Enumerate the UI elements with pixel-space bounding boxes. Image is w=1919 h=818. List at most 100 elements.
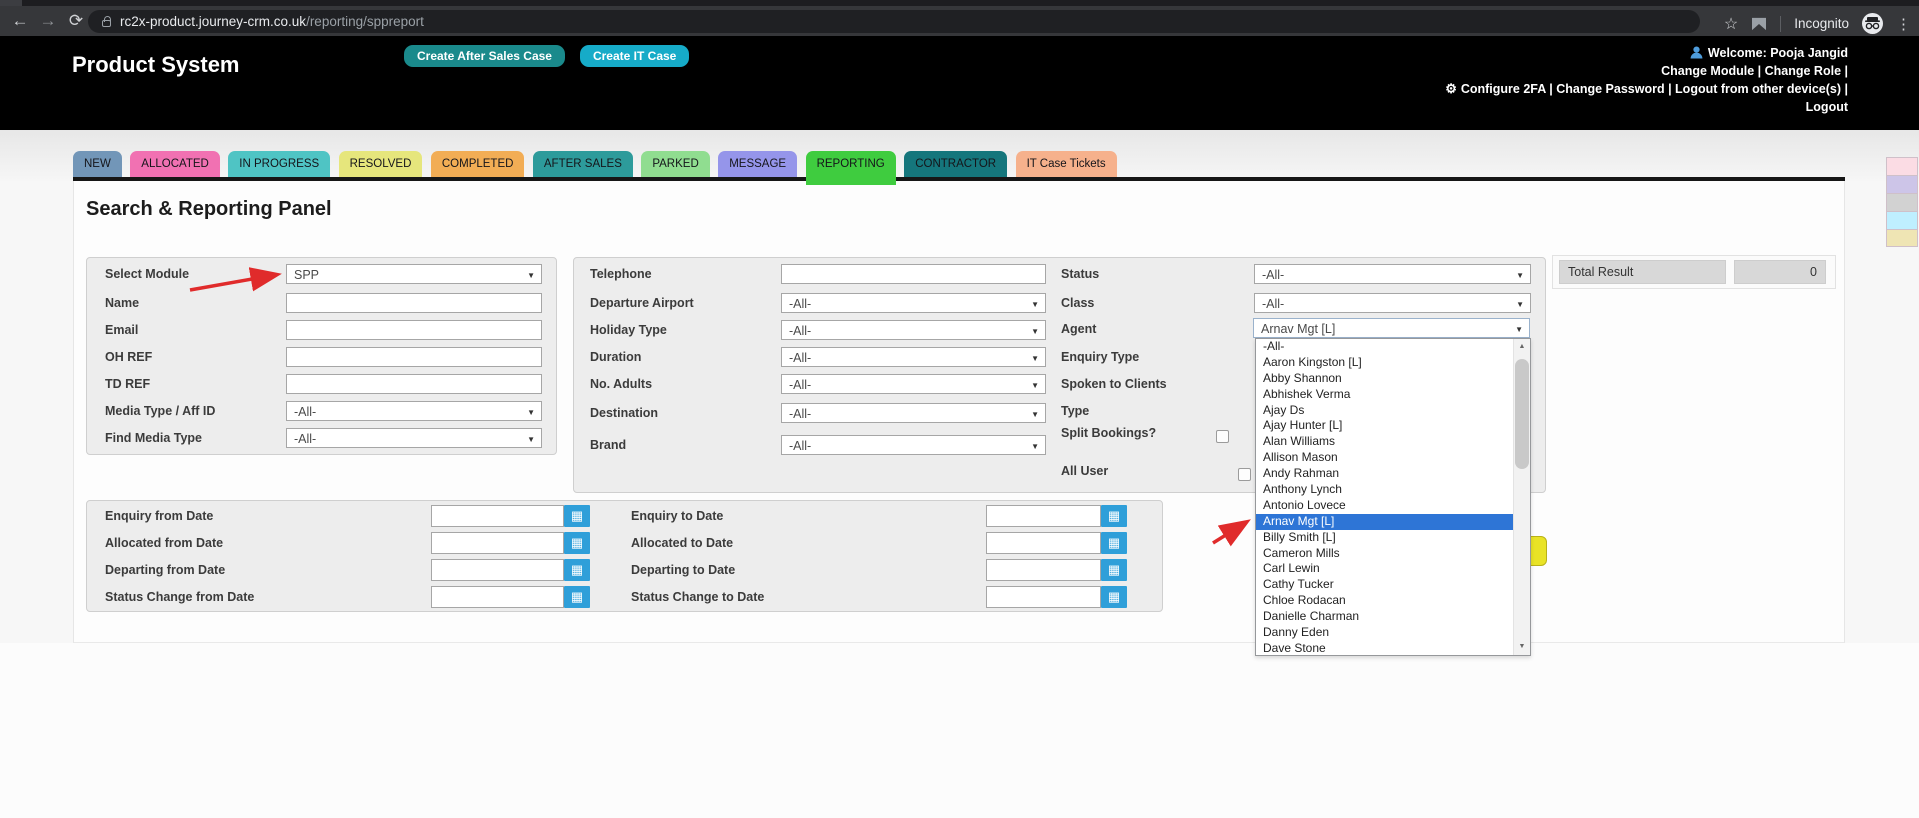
class-dropdown[interactable]: -All- ▼ bbox=[1254, 293, 1531, 313]
oh-ref-input[interactable] bbox=[286, 347, 542, 367]
address-bar[interactable]: rc2x-product.journey-crm.co.uk/reporting… bbox=[88, 10, 1700, 33]
tab-in-progress[interactable]: IN PROGRESS bbox=[228, 151, 331, 177]
agent-option[interactable]: Ajay Hunter [L] bbox=[1256, 418, 1513, 434]
incognito-icon[interactable] bbox=[1862, 13, 1883, 34]
agent-option[interactable]: Danny Eden bbox=[1256, 625, 1513, 641]
agent-option[interactable]: Anthony Lynch bbox=[1256, 482, 1513, 498]
allocated-to-date-input[interactable] bbox=[986, 532, 1101, 554]
agent-dropdown-list: -All- Aaron Kingston [L] Abby Shannon Ab… bbox=[1255, 338, 1531, 656]
chevron-down-icon: ▼ bbox=[1031, 300, 1039, 309]
create-after-sales-case-button[interactable]: Create After Sales Case bbox=[404, 45, 565, 67]
allocated-from-date-input[interactable] bbox=[431, 532, 564, 554]
td-ref-input[interactable] bbox=[286, 374, 542, 394]
back-icon[interactable]: ← bbox=[6, 11, 34, 31]
field-label: Agent bbox=[1061, 322, 1097, 336]
browser-menu-icon[interactable]: ⋮ bbox=[1896, 15, 1911, 33]
media-type-aff-id-dropdown[interactable]: -All- ▼ bbox=[286, 401, 542, 421]
scroll-up-icon[interactable]: ▲ bbox=[1514, 339, 1530, 355]
calendar-icon[interactable]: ▦ bbox=[1101, 586, 1127, 608]
agent-option[interactable]: Ajay Ds bbox=[1256, 403, 1513, 419]
app-header: Product System Create After Sales Case C… bbox=[0, 36, 1919, 130]
agent-option[interactable]: Billy Smith [L] bbox=[1256, 530, 1513, 546]
agent-option[interactable]: Carl Lewin bbox=[1256, 561, 1513, 577]
field-label: Enquiry from Date bbox=[105, 509, 214, 523]
departure-airport-dropdown[interactable]: -All- ▼ bbox=[781, 293, 1046, 313]
email-input[interactable] bbox=[286, 320, 542, 340]
brand-dropdown[interactable]: -All- ▼ bbox=[781, 435, 1046, 455]
select-module-dropdown[interactable]: SPP ▼ bbox=[286, 264, 542, 284]
name-input[interactable] bbox=[286, 293, 542, 313]
tab-after-sales[interactable]: AFTER SALES bbox=[532, 151, 633, 177]
field-label: Allocated from Date bbox=[105, 536, 224, 550]
agent-option[interactable]: Antonio Lovece bbox=[1256, 498, 1513, 514]
destination-dropdown[interactable]: -All- ▼ bbox=[781, 403, 1046, 423]
field-label: Holiday Type bbox=[590, 323, 667, 337]
tab-allocated[interactable]: ALLOCATED bbox=[130, 151, 220, 177]
status-change-to-date-input[interactable] bbox=[986, 586, 1101, 608]
agent-option[interactable]: Danielle Charman bbox=[1256, 609, 1513, 625]
legend-swatch bbox=[1886, 211, 1918, 229]
agent-option[interactable]: Allison Mason bbox=[1256, 450, 1513, 466]
calendar-icon[interactable]: ▦ bbox=[1101, 505, 1127, 527]
agent-option[interactable]: Dave Stone bbox=[1256, 641, 1513, 657]
agent-option[interactable]: -All- bbox=[1256, 339, 1513, 355]
agent-option[interactable]: Chloe Rodacan bbox=[1256, 593, 1513, 609]
enquiry-to-date-input[interactable] bbox=[986, 505, 1101, 527]
tab-reporting[interactable]: REPORTING bbox=[805, 151, 896, 185]
field-label: Select Module bbox=[105, 267, 190, 281]
calendar-icon[interactable]: ▦ bbox=[564, 505, 590, 527]
agent-option-selected[interactable]: Arnav Mgt [L] bbox=[1256, 513, 1513, 530]
split-bookings-checkbox[interactable] bbox=[1216, 430, 1229, 443]
agent-option[interactable]: Andy Rahman bbox=[1256, 466, 1513, 482]
enquiry-from-date-input[interactable] bbox=[431, 505, 564, 527]
duration-dropdown[interactable]: -All- ▼ bbox=[781, 347, 1046, 367]
tab-contractor[interactable]: CONTRACTOR bbox=[904, 151, 1008, 177]
calendar-icon[interactable]: ▦ bbox=[564, 559, 590, 581]
dates-filter-box: Enquiry from Date Allocated from Date De… bbox=[86, 500, 1163, 612]
dropdown-scrollbar[interactable]: ▲ ▼ bbox=[1513, 339, 1530, 655]
create-it-case-button[interactable]: Create IT Case bbox=[579, 45, 690, 67]
reload-icon[interactable]: ⟳ bbox=[62, 11, 90, 31]
account-links[interactable]: ⚙ Configure 2FA | Change Password | Logou… bbox=[1445, 80, 1848, 98]
no-adults-dropdown[interactable]: -All- ▼ bbox=[781, 374, 1046, 394]
scrollbar-thumb[interactable] bbox=[1515, 359, 1529, 469]
total-result-label: Total Result bbox=[1559, 260, 1726, 284]
status-dropdown[interactable]: -All- ▼ bbox=[1254, 264, 1531, 284]
agent-option[interactable]: Cameron Mills bbox=[1256, 546, 1513, 562]
tab-it-case-tickets[interactable]: IT Case Tickets bbox=[1015, 151, 1117, 177]
agent-option[interactable]: Abby Shannon bbox=[1256, 371, 1513, 387]
legend-swatch bbox=[1886, 229, 1918, 247]
holiday-type-dropdown[interactable]: -All- ▼ bbox=[781, 320, 1046, 340]
bookmark-star-icon[interactable]: ☆ bbox=[1724, 14, 1738, 34]
tab-new[interactable]: NEW bbox=[73, 151, 122, 177]
gear-icon: ⚙ bbox=[1445, 81, 1457, 96]
agent-option[interactable]: Cathy Tucker bbox=[1256, 577, 1513, 593]
agent-dropdown[interactable]: Arnav Mgt [L] ▼ bbox=[1253, 318, 1530, 338]
change-module-role-links[interactable]: Change Module | Change Role | bbox=[1445, 62, 1848, 80]
total-result-value: 0 bbox=[1734, 260, 1826, 284]
logout-link[interactable]: Logout bbox=[1445, 98, 1848, 116]
agent-option[interactable]: Aaron Kingston [L] bbox=[1256, 355, 1513, 371]
flag-icon[interactable] bbox=[1751, 17, 1767, 31]
tab-resolved[interactable]: RESOLVED bbox=[338, 151, 423, 177]
left-filter-box: Select Module Name Email OH REF TD REF M… bbox=[86, 257, 557, 455]
field-label: All User bbox=[1061, 464, 1109, 478]
all-user-checkbox[interactable] bbox=[1238, 468, 1251, 481]
scroll-down-icon[interactable]: ▼ bbox=[1514, 639, 1530, 655]
calendar-icon[interactable]: ▦ bbox=[1101, 559, 1127, 581]
calendar-icon[interactable]: ▦ bbox=[564, 532, 590, 554]
telephone-input[interactable] bbox=[781, 264, 1046, 284]
find-media-type-dropdown[interactable]: -All- ▼ bbox=[286, 428, 542, 448]
calendar-icon[interactable]: ▦ bbox=[564, 586, 590, 608]
forward-icon[interactable]: → bbox=[34, 11, 62, 31]
status-change-from-date-input[interactable] bbox=[431, 586, 564, 608]
calendar-icon[interactable]: ▦ bbox=[1101, 532, 1127, 554]
agent-option[interactable]: Alan Williams bbox=[1256, 434, 1513, 450]
departing-from-date-input[interactable] bbox=[431, 559, 564, 581]
field-label: No. Adults bbox=[590, 377, 653, 391]
agent-option[interactable]: Abhishek Verma bbox=[1256, 387, 1513, 403]
departing-to-date-input[interactable] bbox=[986, 559, 1101, 581]
tab-completed[interactable]: COMPLETED bbox=[430, 151, 525, 177]
tab-message[interactable]: MESSAGE bbox=[718, 151, 798, 177]
tab-parked[interactable]: PARKED bbox=[641, 151, 710, 177]
